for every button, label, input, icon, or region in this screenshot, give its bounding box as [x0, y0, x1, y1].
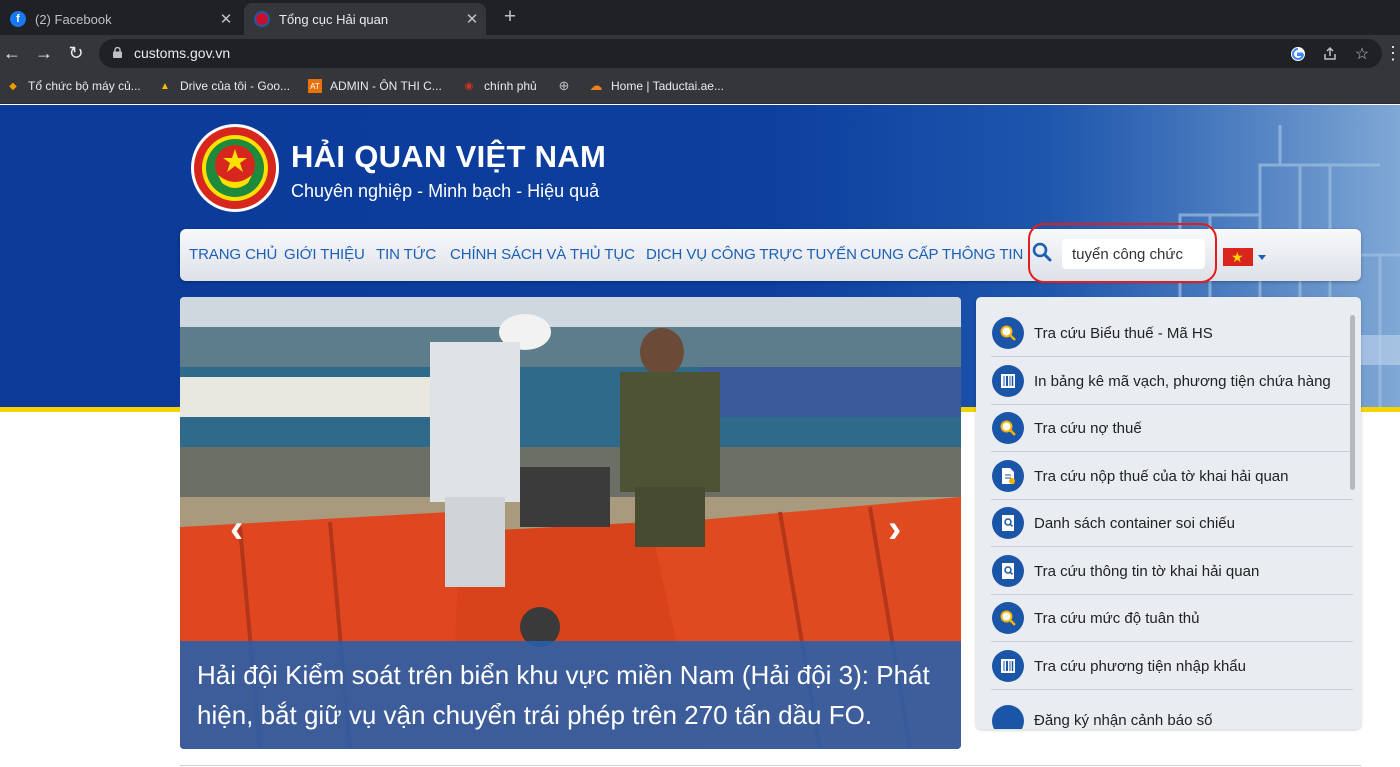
close-tab-icon[interactable]: ✕ — [212, 10, 240, 28]
service-label: Tra cứu thông tin tờ khai hải quan — [1034, 562, 1260, 580]
site-title: HẢI QUAN VIỆT NAM — [291, 139, 607, 174]
search-icon — [992, 602, 1024, 634]
bookmark-item[interactable]: ⊕ — [557, 78, 579, 93]
search-input[interactable] — [1062, 239, 1205, 269]
bookmark-item[interactable]: ◉ chính phủ — [462, 79, 537, 93]
bookmark-item[interactable]: ◆ Tổ chức bộ máy củ... — [6, 79, 141, 93]
tab-customs[interactable]: Tổng cục Hải quan ✕ — [244, 3, 486, 35]
bookmark-item[interactable]: AT ADMIN - ÔN THI C... — [308, 79, 442, 93]
service-item[interactable]: Tra cứu thông tin tờ khai hải quan — [991, 548, 1353, 595]
nav-online-services[interactable]: DỊCH VỤ CÔNG TRỰC TUYẾN — [646, 246, 857, 263]
nav-news[interactable]: TIN TỨC — [376, 246, 436, 263]
barcode-icon — [992, 650, 1024, 682]
bookmark-item[interactable]: ▲ Drive của tôi - Goo... — [158, 79, 290, 93]
service-label: Tra cứu nộp thuế của tờ khai hải quan — [1034, 467, 1289, 485]
document-search-icon — [992, 507, 1024, 539]
service-item[interactable]: Tra cứu nộp thuế của tờ khai hải quan — [991, 453, 1353, 500]
news-slider[interactable]: ‹ › Hải đội Kiểm soát trên biển khu vực … — [180, 297, 961, 749]
customs-logo — [191, 124, 279, 212]
government-icon: ◉ — [464, 80, 474, 92]
bookmarks-bar: ◆ Tổ chức bộ máy củ... ▲ Drive của tôi -… — [0, 72, 1400, 104]
service-item[interactable]: Danh sách container soi chiếu — [991, 500, 1353, 547]
reload-icon[interactable]: ↻ — [64, 41, 88, 65]
globe-icon: ⊕ — [558, 78, 570, 93]
nav-information[interactable]: CUNG CẤP THÔNG TIN — [860, 246, 1023, 263]
facebook-icon: f — [10, 11, 26, 27]
browser-tab-bar: f (2) Facebook ✕ Tổng cục Hải quan ✕ + — [0, 0, 1400, 35]
browser-toolbar: ← → ↻ customs.gov.vn ☆ ⋮ — [0, 35, 1400, 72]
url-text: customs.gov.vn — [134, 45, 231, 61]
service-item[interactable]: Tra cứu Biểu thuế - Mã HS — [991, 310, 1353, 357]
document-search-icon — [992, 555, 1024, 587]
service-label: Danh sách container soi chiếu — [1034, 514, 1235, 532]
site-slogan: Chuyên nghiệp - Minh bạch - Hiệu quả — [291, 181, 600, 201]
search-icon — [992, 317, 1024, 349]
menu-icon[interactable]: ⋮ — [1384, 41, 1400, 65]
service-label: Tra cứu nợ thuế — [1034, 419, 1142, 437]
nav-policies[interactable]: CHÍNH SÁCH VÀ THỦ TỤC — [450, 246, 635, 263]
lock-icon — [113, 47, 122, 58]
service-item[interactable]: Tra cứu mức độ tuân thủ — [991, 595, 1353, 642]
service-item[interactable]: Tra cứu phương tiện nhập khẩu — [991, 643, 1353, 690]
barcode-icon — [992, 365, 1024, 397]
bookmark-star-icon[interactable]: ☆ — [1352, 44, 1372, 64]
tab-title: (2) Facebook — [35, 11, 112, 27]
cloud-icon: ☁ — [589, 78, 603, 93]
bookmark-label: ADMIN - ÔN THI C... — [330, 79, 442, 93]
service-label: Tra cứu phương tiện nhập khẩu — [1034, 657, 1246, 675]
nav-about[interactable]: GIỚI THIỆU — [284, 246, 365, 263]
divider — [180, 765, 1361, 766]
main-navigation: TRANG CHỦ GIỚI THIỆU TIN TỨC CHÍNH SÁCH … — [180, 223, 1361, 283]
search-icon — [992, 412, 1024, 444]
document-icon — [992, 460, 1024, 492]
google-icon[interactable] — [1288, 44, 1308, 64]
search-icon[interactable] — [1032, 242, 1052, 262]
customs-emblem-icon — [254, 11, 270, 27]
online-services-panel: Tra cứu Biểu thuế - Mã HS In bảng kê mã … — [976, 297, 1361, 729]
chevron-down-icon — [1258, 254, 1266, 260]
tab-facebook[interactable]: f (2) Facebook ✕ — [0, 3, 240, 35]
nav-home[interactable]: TRANG CHỦ — [189, 246, 277, 263]
close-tab-icon[interactable]: ✕ — [458, 10, 486, 28]
service-item[interactable]: Đăng ký nhận cảnh báo số — [991, 697, 1353, 729]
bookmark-item[interactable]: ☁ Home | Taductai.ae... — [589, 78, 724, 93]
service-label: In bảng kê mã vạch, phương tiện chứa hàn… — [1034, 372, 1331, 390]
bookmark-label: Drive của tôi - Goo... — [180, 79, 291, 93]
bookmark-label: Home | Taductai.ae... — [611, 79, 724, 93]
slide-caption: Hải đội Kiểm soát trên biển khu vực miền… — [180, 641, 961, 749]
share-icon[interactable] — [1320, 44, 1340, 64]
slider-next-arrow-icon[interactable]: › — [888, 507, 901, 552]
service-item[interactable]: Tra cứu nợ thuế — [991, 405, 1353, 452]
bookmark-label: Tổ chức bộ máy củ... — [28, 79, 141, 93]
tab-title: Tổng cục Hải quan — [279, 11, 389, 27]
bookmark-orange-icon: ◆ — [9, 80, 17, 92]
service-item[interactable]: In bảng kê mã vạch, phương tiện chứa hàn… — [991, 358, 1353, 405]
new-tab-button[interactable]: + — [498, 5, 522, 29]
vietnam-flag-icon: ★ — [1223, 248, 1253, 266]
back-arrow-icon[interactable]: ← — [0, 41, 24, 65]
slider-prev-arrow-icon[interactable]: ‹ — [230, 507, 243, 552]
language-selector[interactable]: ★ — [1223, 248, 1266, 266]
forward-arrow-icon[interactable]: → — [32, 41, 56, 65]
service-label: Tra cứu mức độ tuân thủ — [1034, 609, 1200, 627]
service-label: Tra cứu Biểu thuế - Mã HS — [1034, 324, 1213, 342]
bookmark-label: chính phủ — [484, 79, 537, 93]
address-bar[interactable]: customs.gov.vn ☆ — [99, 39, 1382, 68]
document-icon — [992, 704, 1024, 729]
slide-caption-text[interactable]: Hải đội Kiểm soát trên biển khu vực miền… — [197, 655, 957, 735]
service-label: Đăng ký nhận cảnh báo số — [1034, 712, 1213, 729]
web-page: HẢI QUAN VIỆT NAM Chuyên nghiệp - Minh b… — [0, 105, 1400, 767]
services-scrollbar[interactable] — [1350, 315, 1355, 490]
admin-site-icon: AT — [308, 79, 322, 93]
google-drive-icon: ▲ — [160, 80, 170, 92]
